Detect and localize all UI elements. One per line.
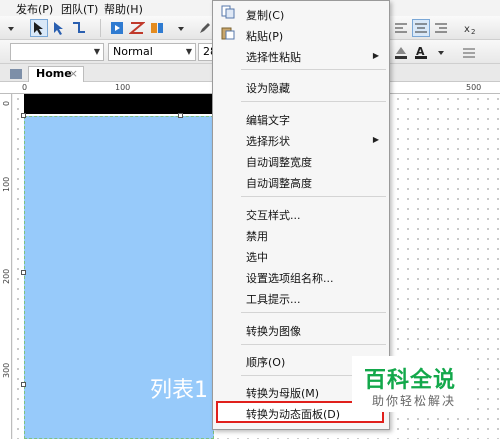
tab-home-label: Home [36, 67, 72, 80]
dropdown-arrow-icon[interactable] [172, 19, 190, 37]
context-item-to-image[interactable]: 转换为图像 [246, 323, 301, 339]
resize-handle[interactable] [21, 382, 26, 387]
context-item-paste-special[interactable]: 选择性粘贴 [246, 49, 301, 65]
copy-icon [221, 5, 235, 19]
context-item-edit-text[interactable]: 编辑文字 [246, 112, 290, 128]
align-right-icon[interactable] [432, 19, 450, 37]
subscript-icon[interactable]: x2 [462, 19, 480, 37]
ruler-label: 300 [2, 362, 11, 378]
ruler-label: 100 [115, 83, 131, 92]
resize-handle[interactable] [21, 270, 26, 275]
text-color-icon[interactable]: A [412, 43, 430, 61]
menu-help[interactable]: 帮助(H) [104, 1, 143, 17]
dropdown-arrow-icon[interactable] [432, 43, 450, 61]
resize-handle[interactable] [21, 113, 26, 118]
select-contained-icon[interactable] [50, 19, 68, 37]
fill-color-icon[interactable] [392, 43, 410, 61]
context-item-to-dynamic-panel[interactable]: 转换为动态面板(D) [246, 406, 340, 422]
preview-icon[interactable] [108, 19, 126, 37]
context-item-tooltip[interactable]: 工具提示... [246, 291, 301, 307]
context-item-to-master[interactable]: 转换为母版(M) [246, 385, 319, 401]
list-widget-label: 列表1 [150, 378, 208, 403]
submenu-arrow-icon: ▶ [372, 135, 379, 144]
line-style-icon[interactable] [460, 43, 478, 61]
toolbar-divider [100, 19, 101, 37]
context-item-option-group[interactable]: 设置选项组名称... [246, 270, 334, 286]
ruler-label: 200 [2, 268, 11, 284]
context-item-disable[interactable]: 禁用 [246, 228, 268, 244]
context-item-order[interactable]: 顺序(O) [246, 354, 285, 370]
share-icon[interactable] [128, 19, 146, 37]
select-pointer-icon[interactable] [30, 19, 48, 37]
vertical-ruler: 0 100 200 300 [0, 94, 12, 439]
toolbar-dropdown-icon[interactable] [2, 19, 20, 37]
resize-handle[interactable] [178, 113, 183, 118]
font-family-select[interactable]: ▼ [10, 43, 104, 61]
menu-divider [241, 101, 386, 102]
chevron-down-icon: ▼ [93, 47, 100, 56]
tab-home[interactable]: Home × [28, 66, 84, 82]
submenu-arrow-icon: ▶ [372, 51, 379, 60]
menu-divider [241, 196, 386, 197]
align-center-icon[interactable] [412, 19, 430, 37]
context-item-auto-height[interactable]: 自动调整高度 [246, 175, 312, 191]
svg-text:x: x [464, 24, 470, 35]
menu-divider [241, 344, 386, 345]
menu-publish[interactable]: 发布(P) [16, 1, 53, 17]
ruler-label: 100 [2, 176, 11, 192]
ruler-label: 0 [2, 100, 11, 106]
menu-team[interactable]: 团队(T) [61, 1, 98, 17]
context-item-selected[interactable]: 选中 [246, 249, 268, 265]
context-item-auto-width[interactable]: 自动调整宽度 [246, 154, 312, 170]
ruler-label: 0 [22, 83, 28, 92]
chevron-down-icon: ▼ [185, 47, 192, 56]
font-style-value: Normal [113, 45, 153, 58]
header-widget[interactable] [24, 94, 214, 114]
context-item-copy[interactable]: 复制(C) [246, 7, 284, 23]
page-list-icon[interactable] [10, 68, 22, 79]
ruler-label: 500 [466, 83, 482, 92]
watermark-title: 百科全说 [364, 368, 457, 393]
context-item-hide[interactable]: 设为隐藏 [246, 80, 290, 96]
watermark-subtitle: 助你轻松解决 [372, 394, 457, 408]
menu-divider [241, 69, 386, 70]
font-style-select[interactable]: Normal ▼ [108, 43, 196, 61]
align-left-icon[interactable] [392, 19, 410, 37]
connector-icon[interactable] [70, 19, 88, 37]
context-item-paste[interactable]: 粘贴(P) [246, 28, 283, 44]
svg-text:2: 2 [471, 28, 475, 36]
publish-icon[interactable] [148, 19, 166, 37]
context-item-interaction-style[interactable]: 交互样式... [246, 207, 301, 223]
context-item-select-shape[interactable]: 选择形状 [246, 133, 290, 149]
watermark: 百科全说 助你轻松解决 [352, 356, 474, 412]
paste-icon [221, 26, 235, 40]
close-icon[interactable]: × [69, 67, 78, 81]
menu-divider [241, 312, 386, 313]
